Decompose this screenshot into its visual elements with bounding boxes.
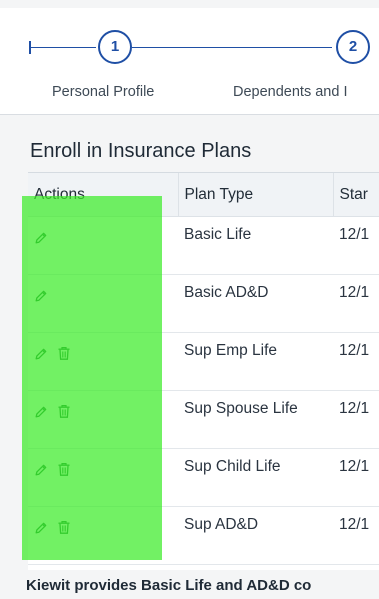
start-date-cell: 12/1	[333, 274, 379, 333]
edit-icon[interactable]	[34, 289, 48, 303]
edit-icon[interactable]	[34, 463, 48, 477]
trash-icon[interactable]	[57, 346, 71, 361]
wizard-step-1[interactable]: 1	[98, 30, 132, 64]
start-date-cell: 12/1	[333, 332, 379, 391]
start-date-cell: 12/1	[333, 506, 379, 565]
trash-icon[interactable]	[57, 404, 71, 419]
wizard-connector	[29, 47, 96, 48]
edit-icon[interactable]	[34, 405, 48, 419]
wizard-progress: 1 2 Personal Profile Dependents and I	[0, 8, 379, 115]
plan-type-cell: Sup Child Life	[178, 448, 333, 507]
coverage-note: Kiewit provides Basic Life and AD&D co	[26, 577, 312, 594]
actions-cell	[28, 448, 178, 507]
table-row[interactable]: Sup Child Life 12/1	[28, 448, 379, 507]
plan-type-cell: Basic Life	[178, 216, 333, 275]
plan-type-cell: Sup Emp Life	[178, 332, 333, 391]
table-row[interactable]: Sup Emp Life 12/1	[28, 332, 379, 391]
table-row[interactable]: Basic Life 12/1	[28, 216, 379, 275]
actions-cell	[28, 274, 178, 333]
trash-icon[interactable]	[57, 520, 71, 535]
wizard-step-2-label[interactable]: Dependents and I	[233, 84, 347, 100]
actions-cell	[28, 332, 178, 391]
table-row[interactable]: Sup Spouse Life 12/1	[28, 390, 379, 449]
plan-type-cell: Basic AD&D	[178, 274, 333, 333]
actions-cell	[28, 390, 178, 449]
wizard-connector	[132, 47, 332, 48]
plan-type-cell: Sup Spouse Life	[178, 390, 333, 449]
start-date-cell: 12/1	[333, 448, 379, 507]
page-title: Enroll in Insurance Plans	[30, 140, 252, 162]
wizard-step-2[interactable]: 2	[336, 30, 370, 64]
table-row[interactable]: Sup AD&D 12/1	[28, 506, 379, 565]
edit-icon[interactable]	[34, 521, 48, 535]
table-row[interactable]: Basic AD&D 12/1	[28, 274, 379, 333]
start-date-cell: 12/1	[333, 216, 379, 275]
table-header-row: Actions Plan Type Star	[28, 173, 379, 217]
wizard-step-1-label[interactable]: Personal Profile	[52, 84, 154, 100]
column-header-start[interactable]: Star	[333, 173, 379, 217]
actions-cell	[28, 216, 178, 275]
column-header-plan-type[interactable]: Plan Type	[178, 173, 334, 217]
edit-icon[interactable]	[34, 231, 48, 245]
column-header-actions: Actions	[28, 173, 179, 217]
insurance-plans-table: Actions Plan Type Star Basic Life 12/1 Bas…	[28, 172, 379, 570]
trash-icon[interactable]	[57, 462, 71, 477]
edit-icon[interactable]	[34, 347, 48, 361]
plan-type-cell: Sup AD&D	[178, 506, 333, 565]
start-date-cell: 12/1	[333, 390, 379, 449]
actions-cell	[28, 506, 178, 565]
enrollment-page: 1 2 Personal Profile Dependents and I En…	[0, 0, 379, 599]
